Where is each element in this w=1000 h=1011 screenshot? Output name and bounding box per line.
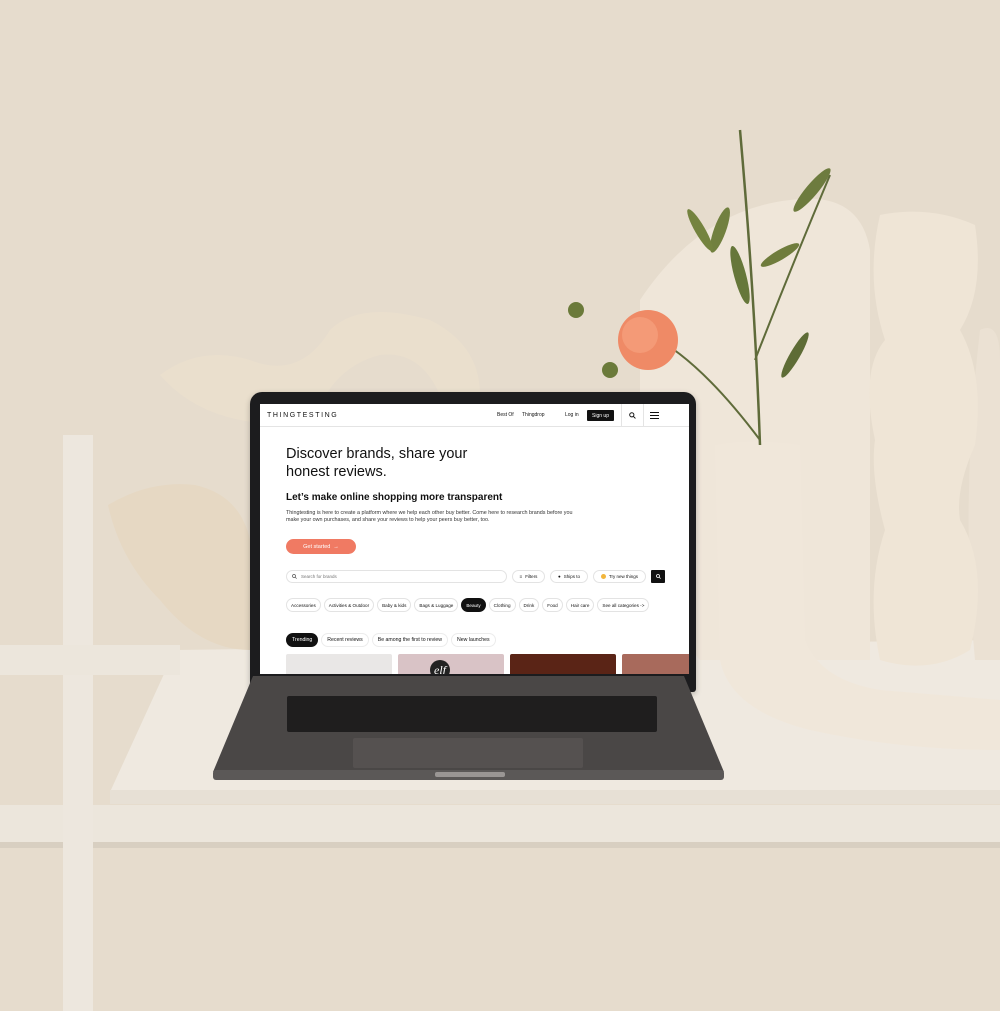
category-chip[interactable]: Food — [542, 598, 563, 612]
get-started-button[interactable]: Get started → — [286, 539, 356, 554]
feed-tabs: Trending Recent reviews Be among the first… — [286, 633, 496, 647]
try-new-things-button[interactable]: Try new things — [593, 570, 646, 583]
site-nav: THINGTESTING Best Of Thingdrop Log in Si… — [260, 404, 689, 427]
category-chip[interactable]: Beauty — [461, 598, 486, 612]
get-started-label: Get started — [303, 543, 331, 550]
arrow-right-icon: → — [333, 543, 339, 550]
category-chip[interactable]: Hair care — [565, 598, 595, 612]
brand-search-box — [286, 570, 507, 583]
product-cards: elf — [286, 654, 689, 674]
category-chip[interactable]: Baby & kids — [377, 598, 412, 612]
category-chip[interactable]: Bags & Luggage — [414, 598, 459, 612]
filter-icon: ≡ — [519, 574, 523, 579]
search-icon — [629, 412, 636, 419]
laptop-screen: THINGTESTING Best Of Thingdrop Log in Si… — [260, 404, 689, 674]
hero-title: Discover brands, share your honest revie… — [286, 446, 468, 480]
brand-search-input[interactable] — [301, 574, 491, 579]
try-new-things-label: Try new things — [608, 574, 639, 579]
laptop-keyboard-base — [213, 676, 724, 780]
filters-button[interactable]: ≡ Filters — [512, 570, 545, 583]
feed-tab[interactable]: New launches — [451, 633, 496, 647]
hero-subtitle: Let’s make online shopping more transpar… — [286, 492, 503, 503]
category-chip[interactable]: Activities & Outdoor — [323, 598, 375, 612]
feed-tab[interactable]: Be among the first to review — [371, 633, 449, 647]
login-link[interactable]: Log in — [565, 412, 579, 418]
hero-description: Thingtesting is here to create a platfor… — [286, 510, 573, 523]
filters-label: Filters — [525, 574, 538, 579]
product-card-2[interactable]: elf — [398, 654, 504, 674]
ships-to-label: Ships to — [563, 574, 580, 579]
menu-button[interactable] — [643, 404, 665, 427]
sparkle-icon — [600, 574, 606, 579]
category-chips: Accessories Activities & Outdoor Baby & ki… — [286, 598, 650, 612]
location-pin-icon: ● — [558, 574, 561, 579]
category-chip[interactable]: Accessories — [286, 598, 321, 612]
product-card-1[interactable] — [286, 654, 392, 674]
search-icon — [655, 574, 661, 579]
search-submit-button[interactable] — [651, 570, 665, 583]
hamburger-icon — [650, 412, 659, 419]
category-chip[interactable]: Drink — [518, 598, 540, 612]
feed-tab[interactable]: Trending — [286, 633, 319, 647]
signup-button[interactable]: Sign up — [587, 410, 614, 421]
product-card-4[interactable] — [622, 654, 689, 674]
nav-search-button[interactable] — [621, 404, 643, 427]
card-brand-text: elf — [430, 660, 450, 674]
category-chip[interactable]: Clothing — [488, 598, 516, 612]
feed-tab[interactable]: Recent reviews — [321, 633, 369, 647]
site-logo[interactable]: THINGTESTING — [267, 412, 338, 419]
ships-to-button[interactable]: ● Ships to — [550, 570, 588, 583]
search-icon — [292, 574, 297, 579]
nav-thingdrop[interactable]: Thingdrop — [522, 412, 545, 418]
category-chip[interactable]: See all categories -> — [597, 598, 650, 612]
product-card-3[interactable] — [510, 654, 616, 674]
nav-best-of[interactable]: Best Of — [497, 412, 514, 418]
